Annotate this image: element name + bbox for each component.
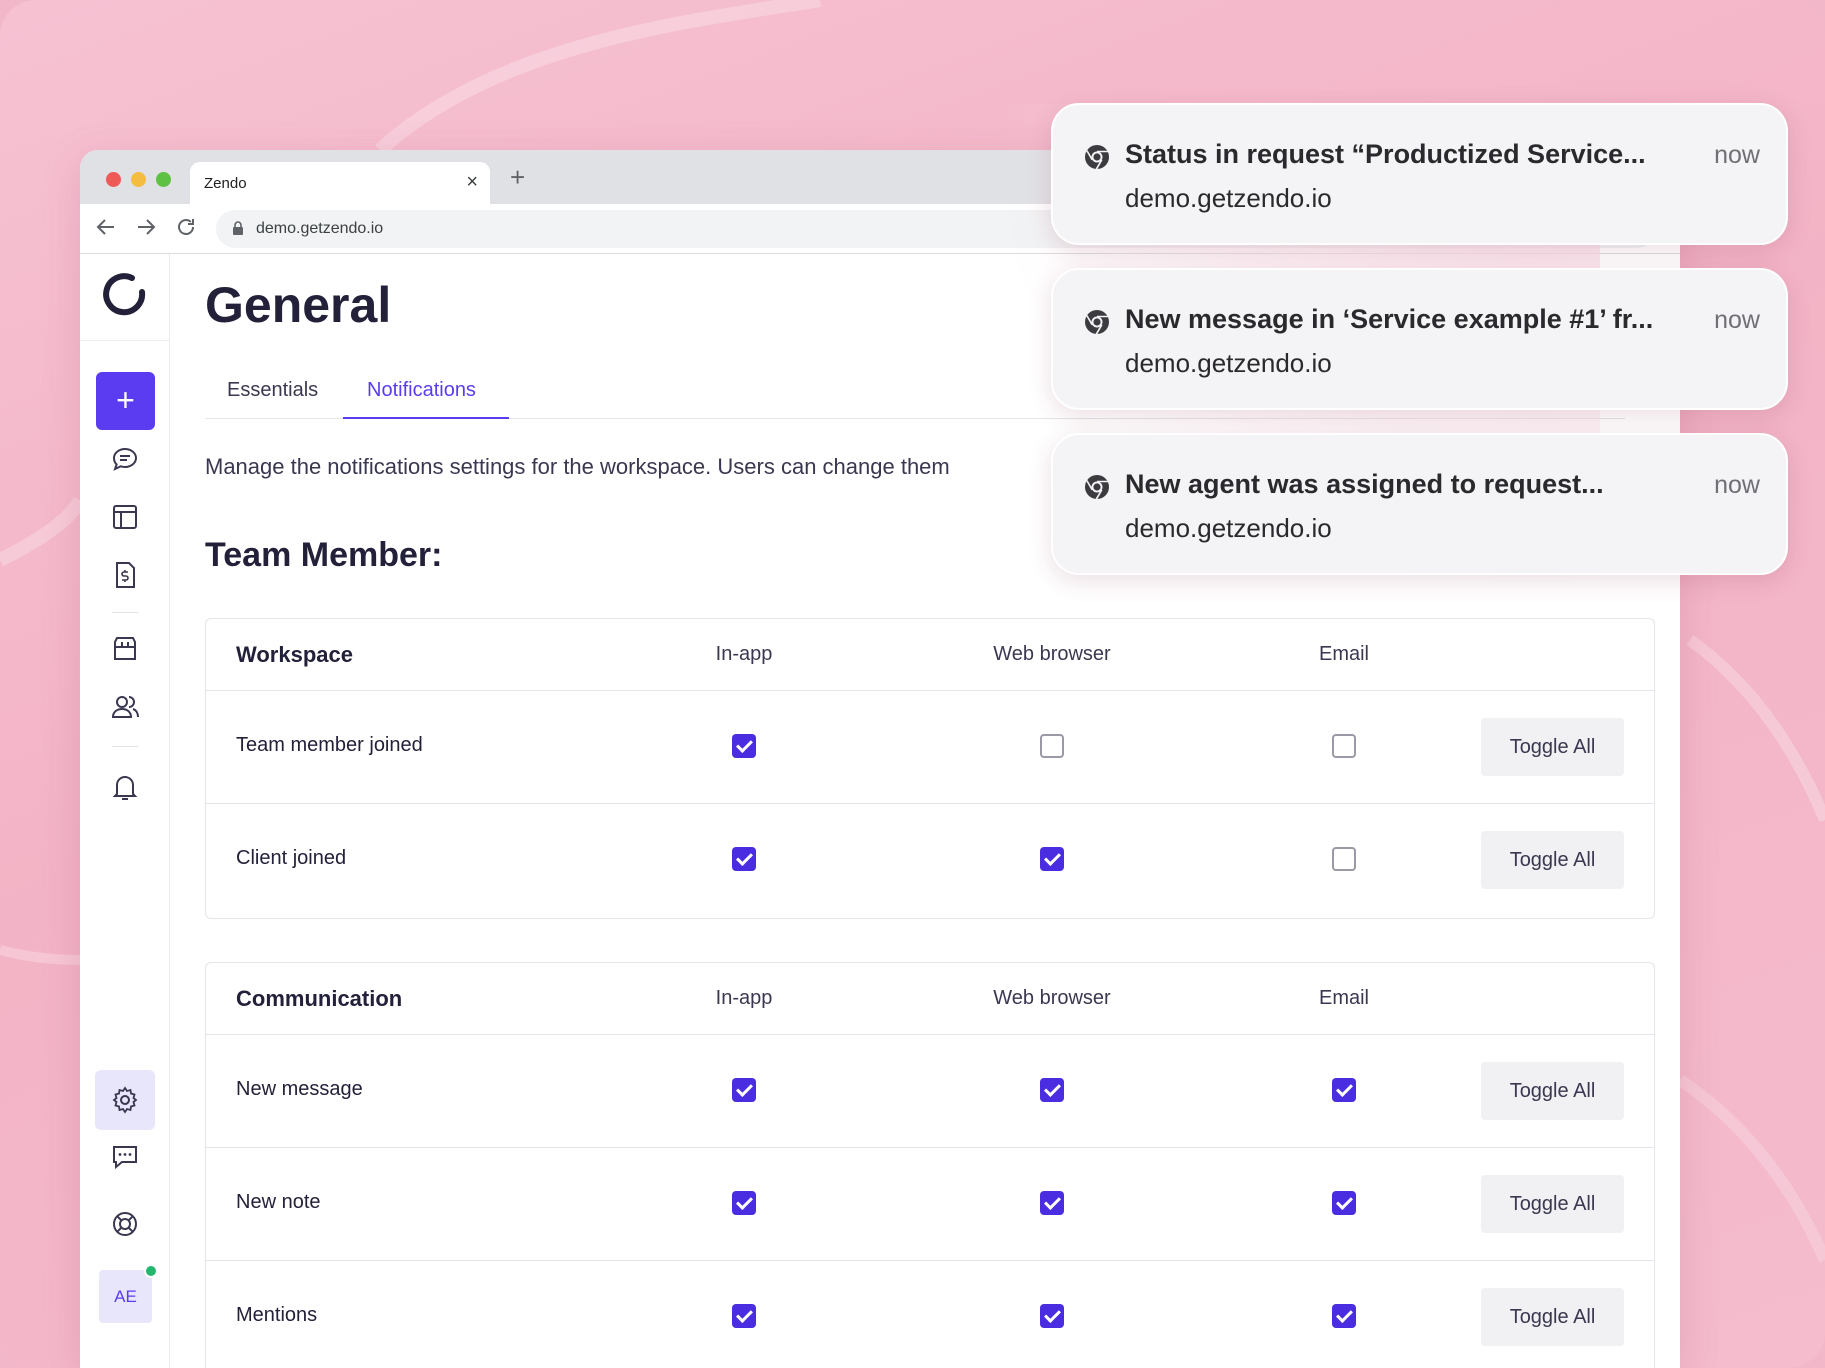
notification-time: now: [1714, 306, 1760, 334]
main-content: General Essentials Notifications Manage …: [171, 254, 1680, 1368]
toggle-all-button[interactable]: Toggle All: [1481, 1175, 1624, 1233]
notification-site: demo.getzendo.io: [1125, 183, 1332, 213]
users-icon[interactable]: [108, 690, 142, 724]
browser-tab-title: Zendo: [204, 175, 247, 192]
chrome-icon: [1085, 475, 1109, 500]
column-in-app: In-app: [715, 643, 773, 665]
row-label: New message: [236, 1078, 363, 1100]
add-button[interactable]: +: [96, 372, 155, 430]
page-title: General: [205, 277, 392, 333]
row-label: Client joined: [236, 847, 347, 869]
notification-title: New message in ‘Service example #1’ fr..…: [1125, 304, 1654, 334]
browser-notification[interactable]: New agent was assigned to request... now…: [1051, 433, 1788, 575]
email-checkbox[interactable]: [1332, 1304, 1356, 1328]
new-tab-button[interactable]: +: [510, 162, 525, 193]
browser-notification[interactable]: Status in request “Productized Service..…: [1051, 103, 1788, 245]
table-row: New note Toggle All: [206, 1148, 1654, 1261]
row-label: Team member joined: [236, 734, 423, 756]
section-title: Team Member:: [205, 536, 443, 574]
group-title: Communication: [236, 986, 403, 1011]
web-browser-checkbox[interactable]: [1040, 734, 1064, 758]
chrome-icon: [1085, 145, 1109, 170]
invoice-icon[interactable]: [108, 558, 142, 592]
sidebar-divider: [80, 340, 170, 341]
chrome-icon: [1085, 310, 1109, 335]
tab-close-icon[interactable]: ×: [466, 171, 478, 194]
browser-tab[interactable]: Zendo ×: [190, 162, 490, 204]
group-title: Workspace: [236, 642, 353, 667]
tab-notifications[interactable]: Notifications: [367, 379, 476, 419]
notification-time: now: [1714, 141, 1760, 169]
in-app-checkbox[interactable]: [732, 1078, 756, 1102]
web-browser-checkbox[interactable]: [1040, 1191, 1064, 1215]
back-arrow-icon[interactable]: [94, 215, 118, 239]
toggle-all-button[interactable]: Toggle All: [1481, 1288, 1624, 1346]
notification-site: demo.getzendo.io: [1125, 348, 1332, 378]
sidebar-separator: [112, 612, 138, 613]
in-app-checkbox[interactable]: [732, 1304, 756, 1328]
sidebar-separator: [112, 746, 138, 747]
notification-title: New agent was assigned to request...: [1125, 469, 1604, 499]
email-checkbox[interactable]: [1332, 1191, 1356, 1215]
zendo-app: + AE General Essentials Notifications Ma…: [80, 254, 1680, 1368]
notification-time: now: [1714, 471, 1760, 499]
in-app-checkbox[interactable]: [732, 847, 756, 871]
web-browser-checkbox[interactable]: [1040, 1304, 1064, 1328]
table-row: New message Toggle All: [206, 1035, 1654, 1148]
notification-title: Status in request “Productized Service..…: [1125, 139, 1646, 169]
column-web-browser: Web browser: [993, 987, 1111, 1009]
page-description: Manage the notifications settings for th…: [205, 454, 950, 479]
column-email: Email: [1318, 643, 1369, 665]
lifebuoy-icon[interactable]: [108, 1207, 142, 1241]
row-label: Mentions: [236, 1304, 318, 1326]
url-text: demo.getzendo.io: [256, 220, 384, 237]
plus-icon: +: [116, 382, 135, 418]
window-close-dot[interactable]: [106, 172, 121, 187]
feedback-chat-icon[interactable]: [108, 1140, 142, 1174]
tab-essentials[interactable]: Essentials: [227, 379, 318, 419]
web-browser-checkbox[interactable]: [1040, 847, 1064, 871]
column-in-app: In-app: [715, 987, 773, 1009]
active-tab-underline: [343, 417, 509, 419]
web-browser-checkbox[interactable]: [1040, 1078, 1064, 1102]
toggle-all-button[interactable]: Toggle All: [1481, 1062, 1624, 1120]
window-maximize-dot[interactable]: [156, 172, 171, 187]
layout-icon[interactable]: [108, 500, 142, 534]
window-minimize-dot[interactable]: [131, 172, 146, 187]
lock-icon: [233, 221, 243, 235]
table-row: Mentions Toggle All: [206, 1261, 1654, 1368]
avatar[interactable]: AE: [99, 1270, 152, 1323]
browser-notification[interactable]: New message in ‘Service example #1’ fr..…: [1051, 268, 1788, 410]
table-row: Team member joined Toggle All: [206, 691, 1654, 804]
notification-site: demo.getzendo.io: [1125, 513, 1332, 543]
sidebar: + AE: [80, 254, 170, 1368]
table-header: Communication In-app Web browser Email: [206, 963, 1654, 1035]
toggle-all-button[interactable]: Toggle All: [1481, 831, 1624, 889]
workspace-settings-table: Workspace In-app Web browser Email Team …: [205, 618, 1655, 919]
email-checkbox[interactable]: [1332, 1078, 1356, 1102]
toggle-all-button[interactable]: Toggle All: [1481, 718, 1624, 776]
zendo-logo-icon[interactable]: [102, 272, 148, 318]
table-row: Client joined Toggle All: [206, 804, 1654, 917]
in-app-checkbox[interactable]: [732, 1191, 756, 1215]
chat-bubble-icon[interactable]: [108, 442, 142, 476]
in-app-checkbox[interactable]: [732, 734, 756, 758]
online-status-dot: [144, 1264, 158, 1278]
table-header: Workspace In-app Web browser Email: [206, 619, 1654, 691]
email-checkbox[interactable]: [1332, 847, 1356, 871]
store-icon[interactable]: [108, 632, 142, 666]
forward-arrow-icon[interactable]: [134, 215, 158, 239]
column-web-browser: Web browser: [993, 643, 1111, 665]
row-label: New note: [236, 1191, 321, 1213]
bell-icon[interactable]: [108, 770, 142, 804]
gear-icon: [112, 1086, 138, 1114]
email-checkbox[interactable]: [1332, 734, 1356, 758]
column-email: Email: [1318, 987, 1369, 1009]
reload-icon[interactable]: [174, 215, 198, 239]
communication-settings-table: Communication In-app Web browser Email N…: [205, 962, 1655, 1368]
